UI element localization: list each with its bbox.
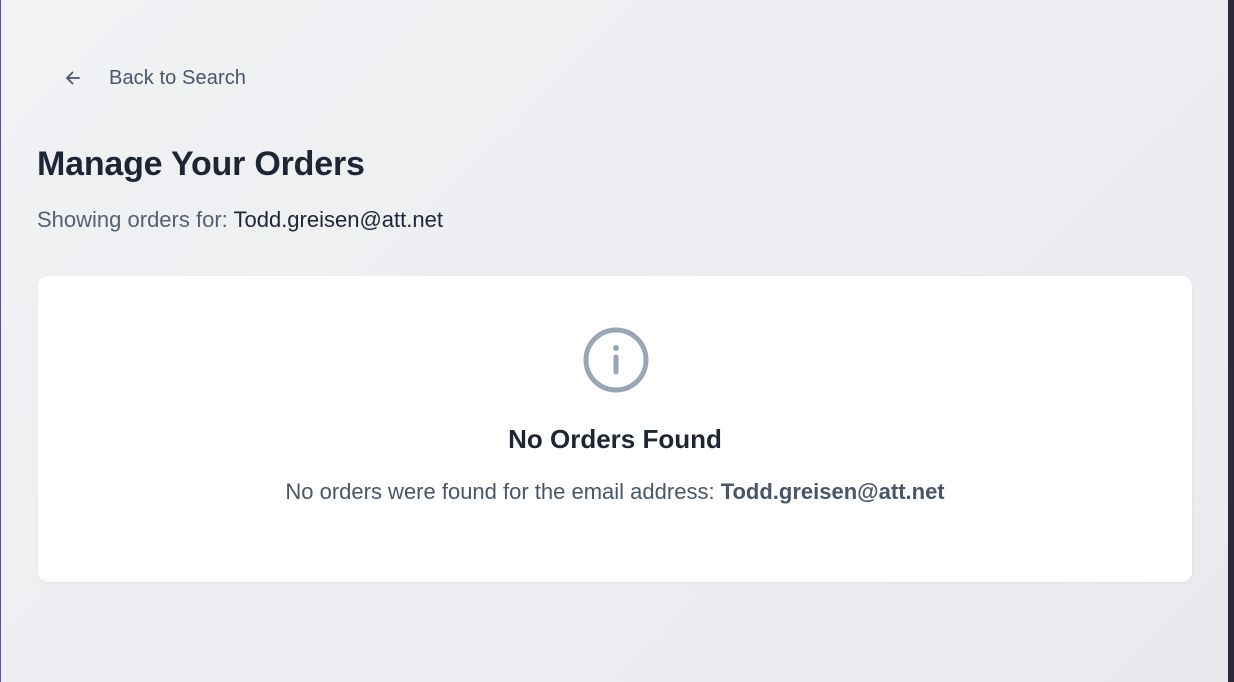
empty-state-message: No orders were found for the email addre… xyxy=(38,479,1192,505)
empty-state-card: No Orders Found No orders were found for… xyxy=(38,276,1192,582)
subtitle-prefix: Showing orders for: xyxy=(37,207,228,232)
back-link-label: Back to Search xyxy=(109,66,247,89)
info-icon xyxy=(582,326,650,394)
page-subtitle: Showing orders for: Todd.greisen@att.net xyxy=(37,207,443,233)
subtitle-email: Todd.greisen@att.net xyxy=(233,207,443,232)
empty-message-prefix: No orders were found for the email addre… xyxy=(285,479,715,504)
window-edge xyxy=(1228,0,1234,682)
arrow-left-icon xyxy=(61,66,85,90)
empty-state-title: No Orders Found xyxy=(508,424,722,454)
back-to-search-link[interactable]: Back to Search xyxy=(61,62,246,94)
empty-message-email: Todd.greisen@att.net xyxy=(720,479,945,504)
app-frame: Back to Search Manage Your Orders Showin… xyxy=(0,0,1228,682)
page-title: Manage Your Orders xyxy=(37,145,365,183)
